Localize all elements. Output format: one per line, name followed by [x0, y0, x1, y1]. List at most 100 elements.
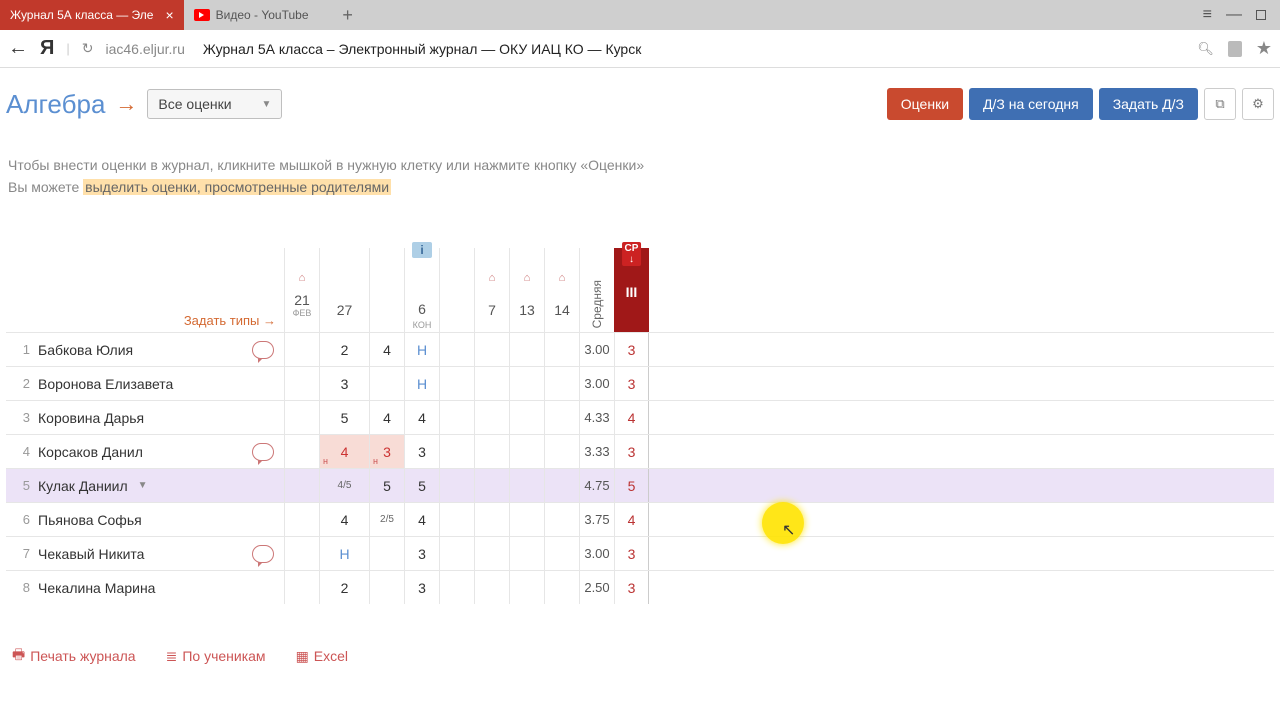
maximize-icon[interactable]	[1256, 6, 1266, 24]
browser-tab-active[interactable]: Журнал 5А класса — Эле ×	[0, 0, 184, 30]
table-row[interactable]: 8Чекалина Марина232.503	[6, 570, 1274, 604]
grade-cell[interactable]	[439, 537, 474, 570]
grade-cell[interactable]: 3	[404, 571, 439, 604]
student-name[interactable]: Корсаков Данил	[38, 444, 143, 460]
grade-cell[interactable]	[439, 571, 474, 604]
grade-cell[interactable]	[369, 537, 404, 570]
table-row[interactable]: 2Воронова Елизавета3Н3.003	[6, 366, 1274, 400]
comment-icon[interactable]	[252, 341, 274, 359]
grade-cell[interactable]	[509, 571, 544, 604]
browser-tab-youtube[interactable]: Видео - YouTube	[184, 0, 334, 30]
period-cell[interactable]: 3	[614, 571, 649, 604]
cp-badge[interactable]: СР ↓	[622, 242, 642, 266]
grade-cell[interactable]	[369, 367, 404, 400]
grade-cell[interactable]: Н	[319, 537, 369, 570]
grade-cell[interactable]: 4	[369, 401, 404, 434]
grade-cell[interactable]	[439, 469, 474, 502]
grade-cell[interactable]	[284, 367, 319, 400]
grade-cell[interactable]: 5	[319, 401, 369, 434]
info-icon[interactable]: i	[412, 242, 432, 258]
homework-today-button[interactable]: Д/З на сегодня	[969, 88, 1093, 120]
grade-filter-dropdown[interactable]: Все оценки ▼	[147, 89, 282, 119]
grade-cell[interactable]	[474, 503, 509, 536]
grade-cell[interactable]	[439, 333, 474, 366]
grade-cell[interactable]: 2	[319, 571, 369, 604]
comment-icon[interactable]	[252, 545, 274, 563]
grade-cell[interactable]	[474, 469, 509, 502]
period-cell[interactable]: 5	[614, 469, 649, 502]
grade-cell[interactable]	[544, 537, 579, 570]
date-column[interactable]: ⌂13	[509, 248, 544, 332]
set-types-link[interactable]: Задать типы →	[184, 313, 276, 328]
grade-cell[interactable]: Н	[404, 367, 439, 400]
grade-cell[interactable]	[284, 503, 319, 536]
copy-icon[interactable]: ⧉	[1204, 88, 1236, 120]
grade-cell[interactable]	[369, 571, 404, 604]
grade-cell[interactable]: 5	[404, 469, 439, 502]
comment-icon[interactable]	[252, 443, 274, 461]
grade-cell[interactable]	[544, 333, 579, 366]
grade-cell[interactable]: 4	[404, 503, 439, 536]
date-column[interactable]: ⌂21ФЕВ	[284, 248, 319, 332]
table-row[interactable]: 4Корсаков Данил4н3н33.333	[6, 434, 1274, 468]
date-column[interactable]: ⌂14	[544, 248, 579, 332]
grade-cell[interactable]	[474, 537, 509, 570]
grade-cell[interactable]	[509, 435, 544, 468]
assign-homework-button[interactable]: Задать Д/З	[1099, 88, 1198, 120]
grade-cell[interactable]	[544, 367, 579, 400]
grade-cell[interactable]	[544, 503, 579, 536]
grade-cell[interactable]	[544, 435, 579, 468]
grade-cell[interactable]	[474, 571, 509, 604]
period-cell[interactable]: 3	[614, 537, 649, 570]
table-row[interactable]: 6Пьянова Софья42/543.754	[6, 502, 1274, 536]
grade-cell[interactable]: Н	[404, 333, 439, 366]
grade-cell[interactable]	[509, 333, 544, 366]
by-students-link[interactable]: ≣ По ученикам	[166, 644, 266, 668]
caret-down-icon[interactable]: ▼	[138, 480, 148, 491]
date-column[interactable]: 27	[319, 248, 369, 332]
search-icon[interactable]: 🔍︎	[1197, 41, 1214, 57]
grade-cell[interactable]	[544, 401, 579, 434]
menu-icon[interactable]: ≡	[1203, 6, 1212, 24]
grades-button[interactable]: Оценки	[887, 88, 963, 120]
grade-cell[interactable]	[474, 435, 509, 468]
reload-icon[interactable]: ↻	[82, 40, 94, 57]
grade-cell[interactable]: 4	[369, 333, 404, 366]
period-cell[interactable]: 3	[614, 435, 649, 468]
table-row[interactable]: 7Чекавый НикитаН33.003	[6, 536, 1274, 570]
new-tab-button[interactable]: +	[334, 5, 362, 26]
lock-icon[interactable]	[1228, 41, 1242, 57]
student-name[interactable]: Воронова Елизавета	[38, 376, 173, 392]
table-row[interactable]: 5Кулак Даниил▼4/5554.755	[6, 468, 1274, 502]
yandex-logo[interactable]: Я	[40, 37, 54, 60]
back-button[interactable]: ←	[8, 37, 28, 60]
period-cell[interactable]: 4	[614, 401, 649, 434]
grade-cell[interactable]: 2/5	[369, 503, 404, 536]
grade-cell[interactable]: 3	[404, 537, 439, 570]
grade-cell[interactable]	[439, 503, 474, 536]
grade-cell[interactable]	[544, 571, 579, 604]
grade-cell[interactable]	[284, 435, 319, 468]
table-row[interactable]: 1Бабкова Юлия24Н3.003	[6, 332, 1274, 366]
print-journal-link[interactable]: 🖶 Печать журнала	[12, 644, 136, 668]
date-column[interactable]	[369, 248, 404, 332]
bookmark-icon[interactable]: ★	[1256, 38, 1272, 59]
grade-cell[interactable]: 4	[404, 401, 439, 434]
period-cell[interactable]: 3	[614, 333, 649, 366]
excel-link[interactable]: ▦ Excel	[296, 644, 348, 668]
student-name[interactable]: Чекалина Марина	[38, 580, 155, 596]
grade-cell[interactable]	[474, 333, 509, 366]
grade-cell[interactable]	[284, 571, 319, 604]
student-name[interactable]: Чекавый Никита	[38, 546, 144, 562]
grade-cell[interactable]	[474, 401, 509, 434]
period-cell[interactable]: 4	[614, 503, 649, 536]
grade-cell[interactable]	[439, 367, 474, 400]
minimize-icon[interactable]: —	[1226, 6, 1242, 24]
grade-cell[interactable]	[509, 537, 544, 570]
grade-cell[interactable]: 5	[369, 469, 404, 502]
grade-cell[interactable]	[284, 401, 319, 434]
highlight-link[interactable]: выделить оценки, просмотренные родителям…	[83, 179, 391, 195]
date-column[interactable]: i6КОН	[404, 248, 439, 332]
student-name[interactable]: Коровина Дарья	[38, 410, 144, 426]
gear-icon[interactable]: ⚙	[1242, 88, 1274, 120]
